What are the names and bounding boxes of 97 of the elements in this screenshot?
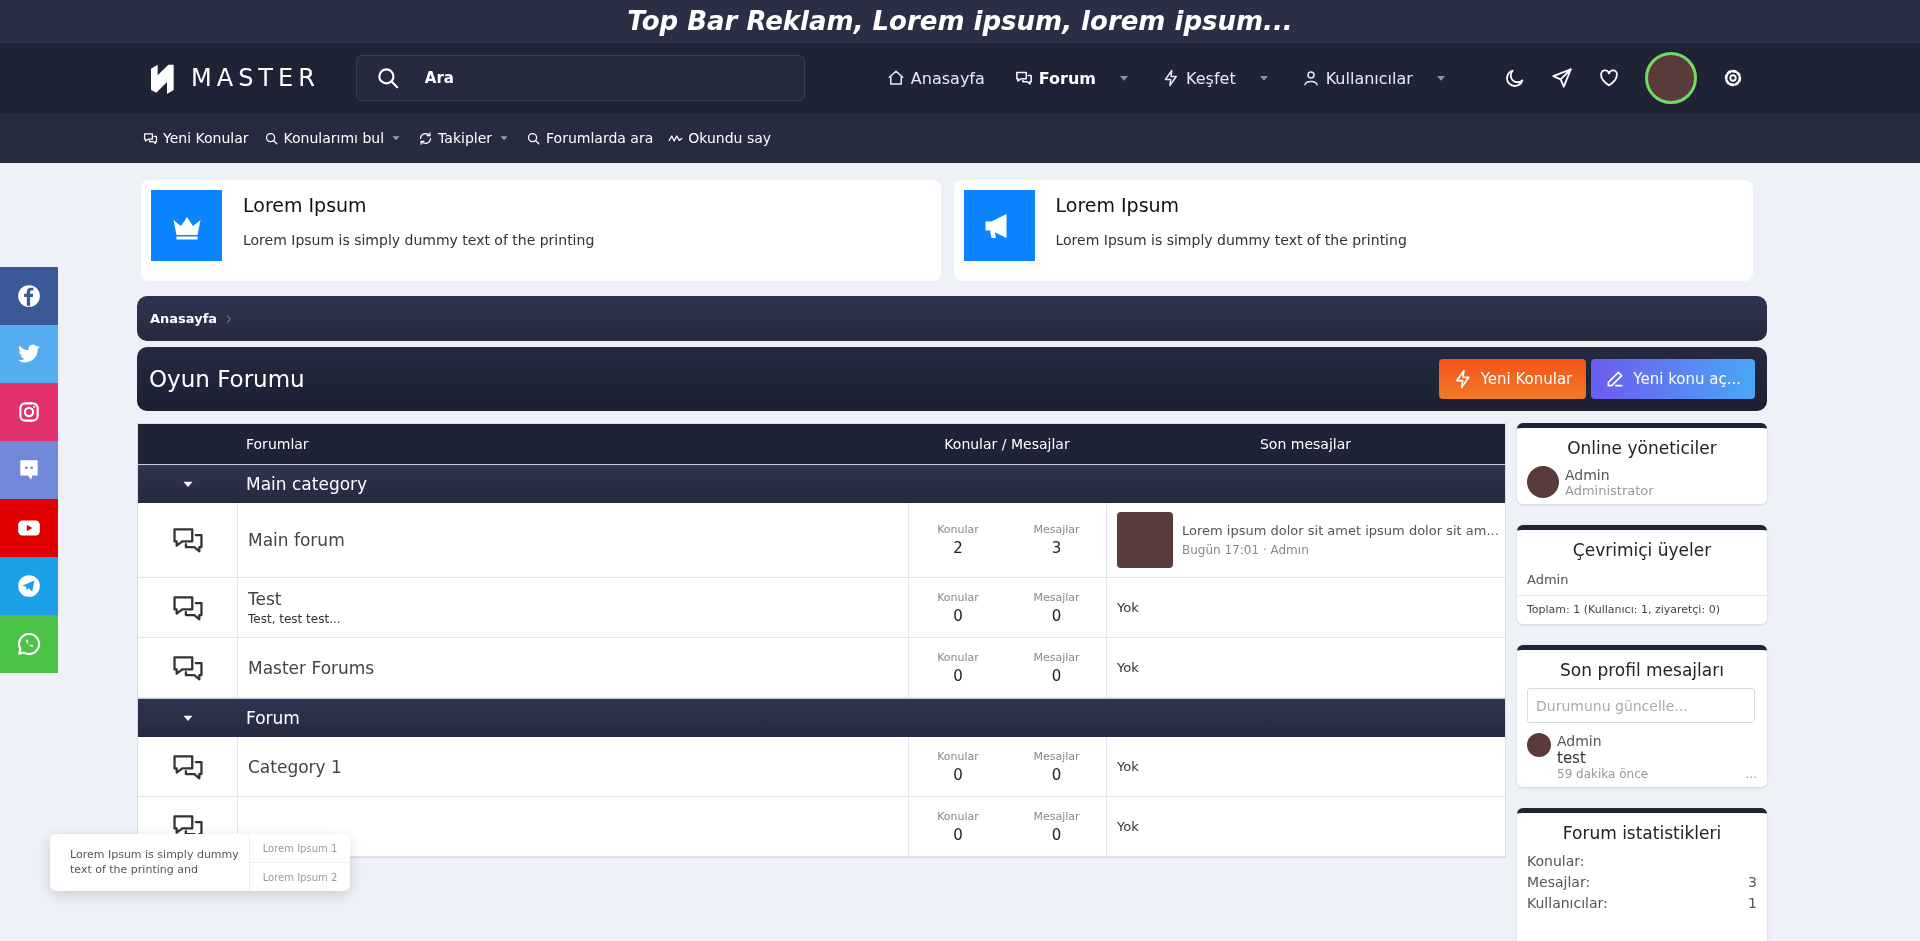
category-title[interactable]: Forum <box>238 708 908 728</box>
online-total: Toplam: 1 (Kullanıcı: 1, ziyaretçi: 0) <box>1517 595 1767 618</box>
paper-plane-icon <box>16 573 42 599</box>
count-value: 0 <box>1051 606 1062 625</box>
count-value: 0 <box>953 666 963 685</box>
post-author[interactable]: Admin <box>1557 733 1757 749</box>
widget-title: Çevrimiçi üyeler <box>1571 540 1713 560</box>
subforum-link[interactable]: Main forum <box>248 530 345 550</box>
count-label: Mesajlar <box>1033 809 1080 823</box>
count-label: Konular <box>937 590 979 604</box>
subnav-link[interactable]: Okundu say <box>668 130 772 146</box>
social-link[interactable] <box>0 557 58 615</box>
card-text: Lorem Ipsum is simply dummy text of the printing <box>243 232 595 248</box>
column-header: Forumlar <box>245 436 310 452</box>
last-post-meta: Bugün 17:01 · Admın <box>1182 543 1310 557</box>
empty-text: Yok <box>1117 660 1139 675</box>
subnav-link[interactable]: Yeni Konular <box>143 130 249 146</box>
nav-link[interactable]: Kullanıcılar <box>1301 68 1449 88</box>
stat-label: Mesajlar: <box>1527 873 1591 892</box>
member-name[interactable]: Admin <box>1565 466 1654 483</box>
forum-description: Test, test test... <box>248 612 341 626</box>
empty-text: Yok <box>1117 600 1139 615</box>
status-field[interactable]: Durumunu güncelle... <box>1527 688 1755 723</box>
count-label: Mesajlar <box>1033 590 1080 604</box>
nav-link[interactable]: Anasayfa <box>886 68 985 88</box>
stat-label: Konular: <box>1527 852 1585 871</box>
refresh-icon <box>418 130 434 146</box>
avatar <box>1527 466 1559 498</box>
count-label: Mesajlar <box>1033 650 1080 664</box>
count-label: Mesajlar <box>1033 523 1080 536</box>
subnav-link[interactable]: Konularımı bul <box>263 130 404 146</box>
search-field[interactable]: Ara <box>422 68 727 88</box>
count-value: 3 <box>1051 539 1062 557</box>
count-label: Mesajlar <box>1033 749 1080 763</box>
heart-icon[interactable] <box>1598 67 1620 89</box>
social-link[interactable] <box>0 267 58 325</box>
facebook-icon <box>16 283 42 309</box>
post-time: 59 dakika önce <box>1557 767 1649 781</box>
column-header: Son mesajlar <box>1259 436 1352 452</box>
card-title: Lorem Ipsum <box>1055 194 1181 216</box>
count-value: 0 <box>1051 666 1062 685</box>
send-icon[interactable] <box>1551 67 1573 89</box>
subnav-link[interactable]: Forumlarda ara <box>526 130 654 146</box>
stat-label: Kullanıcılar: <box>1527 894 1608 913</box>
settings-icon[interactable] <box>1722 67 1744 89</box>
social-link[interactable] <box>0 499 58 557</box>
home-icon <box>886 69 905 87</box>
logo-text: MASTER <box>191 64 320 92</box>
photo-placeholder <box>1117 512 1173 568</box>
nav-link[interactable]: Keşfet <box>1162 68 1272 88</box>
stat-value: 1 <box>1748 894 1757 913</box>
last-post-title[interactable]: Lorem ipsum dolor sit amet ipsum dolor sit am... <box>1182 523 1499 538</box>
search-icon <box>263 130 279 146</box>
count-value: 2 <box>953 539 963 557</box>
count-value: 0 <box>1051 765 1062 784</box>
subnav-link[interactable]: Takipler <box>418 130 512 146</box>
chat-icon <box>143 130 158 146</box>
avatar[interactable] <box>1645 52 1697 104</box>
empty-text: Yok <box>1117 759 1139 774</box>
count-value: 0 <box>953 606 963 625</box>
social-link[interactable] <box>0 441 58 499</box>
count-value: 0 <box>953 825 963 844</box>
subforum-link[interactable]: Category 1 <box>248 756 342 777</box>
page-title: Oyun Forumu <box>149 366 306 392</box>
count-label: Konular <box>937 809 979 823</box>
breadcrumb-link[interactable]: Anasayfa <box>150 311 218 326</box>
search-bar[interactable]: Ara <box>355 55 805 101</box>
column-header: Konular / Mesajlar <box>943 436 1071 452</box>
count-label: Konular <box>937 650 979 664</box>
empty-text: Yok <box>1117 819 1139 834</box>
search-icon <box>526 130 542 146</box>
subforum-link[interactable]: Test <box>248 589 282 609</box>
count-value: 0 <box>953 765 963 784</box>
widget-title: Son profil mesajları <box>1559 660 1725 680</box>
avatar <box>1527 733 1551 757</box>
user-icon <box>1301 69 1320 87</box>
card-title: Lorem Ipsum <box>243 194 368 216</box>
category-title[interactable]: Main category <box>238 474 908 494</box>
chat-icon <box>1014 69 1033 87</box>
widget-title: Forum istatistikleri <box>1561 823 1723 843</box>
member-role: Administrator <box>1565 482 1654 498</box>
stat-value: 3 <box>1748 873 1757 892</box>
count-value: 0 <box>1051 825 1062 844</box>
count-label: Konular <box>937 523 979 536</box>
subforum-link[interactable]: Master Forums <box>248 657 375 678</box>
widget-title: Online yöneticiler <box>1566 438 1718 458</box>
moon-icon[interactable] <box>1504 67 1526 89</box>
social-link[interactable] <box>0 383 58 441</box>
phone-bubble-icon <box>16 631 42 657</box>
popup-text: Lorem Ipsum is simply dummy text of the printing and <box>69 847 240 878</box>
camera-icon <box>16 399 42 425</box>
card-text: Lorem Ipsum is simply dummy text of the printing <box>1055 232 1407 248</box>
nav-link[interactable]: Forum <box>1014 68 1133 88</box>
post-text: test <box>1557 749 1587 767</box>
banner-text: Top Bar Reklam, Lorem ipsum, lorem ipsum... <box>627 6 1293 36</box>
member-name[interactable]: Admin <box>1527 572 1569 587</box>
count-label: Konular <box>937 749 979 763</box>
